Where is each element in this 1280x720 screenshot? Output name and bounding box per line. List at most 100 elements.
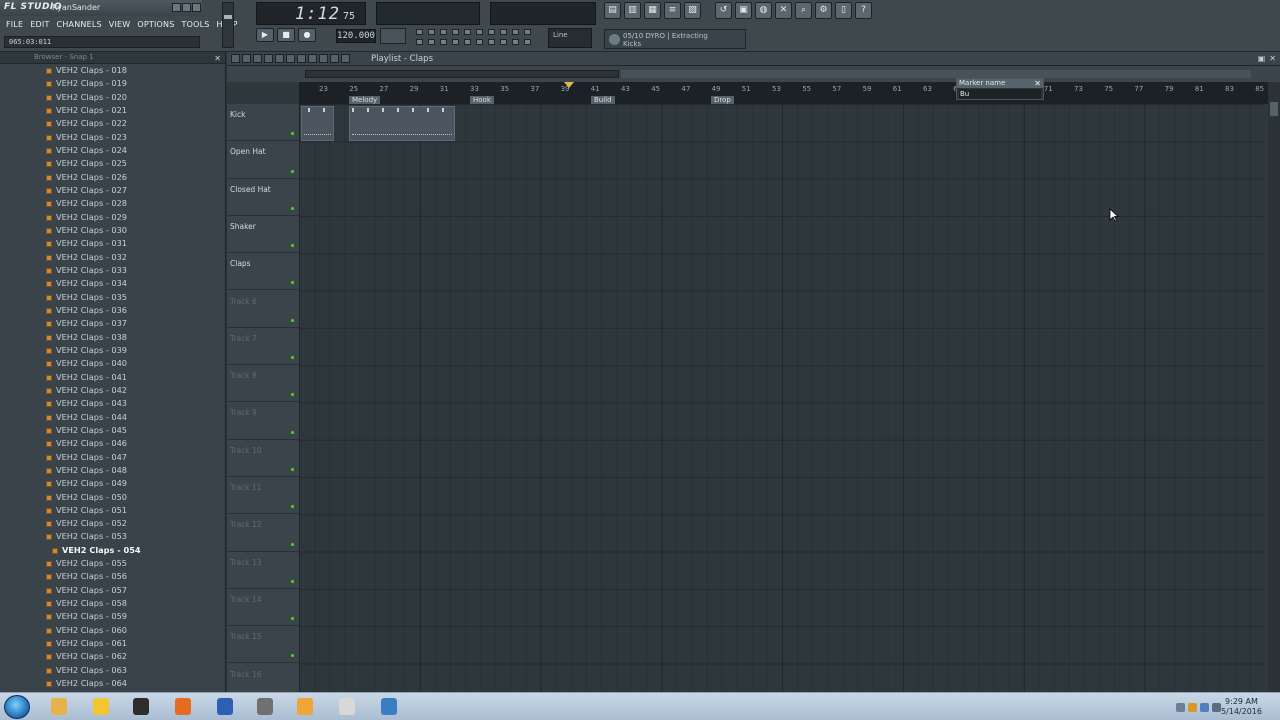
track-header[interactable]: Track 9: [227, 402, 299, 440]
track-mute-led-icon[interactable]: [290, 280, 295, 286]
track-mute-led-icon[interactable]: [290, 205, 295, 211]
master-volume-slider[interactable]: [222, 2, 234, 48]
draw-icon[interactable]: [253, 54, 262, 63]
track-mute-led-icon[interactable]: [290, 243, 295, 249]
render-icon[interactable]: ◍: [755, 2, 772, 19]
browser-item[interactable]: VEH2 Claps - 060: [0, 624, 225, 637]
track-mute-led-icon[interactable]: [290, 392, 295, 398]
browser-item[interactable]: VEH2 Claps - 039: [0, 344, 225, 357]
snap-option[interactable]: [524, 39, 531, 45]
browser-item[interactable]: VEH2 Claps - 029: [0, 211, 225, 224]
playhead-marker[interactable]: [564, 82, 574, 88]
snap-option[interactable]: [452, 39, 459, 45]
browser-item[interactable]: VEH2 Claps - 031: [0, 237, 225, 250]
browser-item[interactable]: VEH2 Claps - 033: [0, 264, 225, 277]
vertical-scrollbar[interactable]: [1268, 82, 1280, 692]
browser-item[interactable]: VEH2 Claps - 021: [0, 104, 225, 117]
minimize-button[interactable]: [172, 3, 181, 12]
snap-option[interactable]: [428, 39, 435, 45]
browser-item[interactable]: VEH2 Claps - 022: [0, 117, 225, 130]
browser-item[interactable]: VEH2 Claps - 048: [0, 464, 225, 477]
track-header[interactable]: Track 15: [227, 626, 299, 664]
snap-option[interactable]: [476, 39, 483, 45]
snap-option[interactable]: [476, 29, 483, 35]
maximize-icon[interactable]: ▣: [1258, 54, 1266, 63]
browser-item[interactable]: VEH2 Claps - 059: [0, 610, 225, 623]
track-header[interactable]: Track 14: [227, 589, 299, 627]
track-header[interactable]: Open Hat: [227, 141, 299, 179]
track-header[interactable]: Track 13: [227, 552, 299, 589]
tempo-display[interactable]: 120.000: [336, 29, 376, 43]
track-header[interactable]: Closed Hat: [227, 179, 299, 216]
browser-item[interactable]: VEH2 Claps - 052: [0, 517, 225, 530]
piano-roll-icon[interactable]: ▥: [624, 2, 641, 19]
browser-item[interactable]: VEH2 Claps - 025: [0, 157, 225, 170]
norton-icon[interactable]: [84, 695, 118, 719]
zoom-icon[interactable]: ⌕: [795, 2, 812, 19]
vertical-scroll-thumb[interactable]: [1270, 102, 1278, 116]
track-mute-led-icon[interactable]: [290, 131, 295, 137]
mute-icon[interactable]: [286, 54, 295, 63]
pattern-clip[interactable]: [349, 106, 455, 141]
record-button[interactable]: ●: [298, 28, 316, 42]
steam-icon[interactable]: [330, 695, 364, 719]
show-hidden-icon[interactable]: [1176, 703, 1185, 712]
menu-file[interactable]: FILE: [6, 20, 23, 32]
track-mute-led-icon[interactable]: [290, 578, 295, 584]
paint-icon[interactable]: [264, 54, 273, 63]
slice-icon[interactable]: [308, 54, 317, 63]
track-header[interactable]: Track 7: [227, 328, 299, 366]
browser-item[interactable]: VEH2 Claps - 054: [0, 544, 225, 557]
track-mute-led-icon[interactable]: [290, 504, 295, 510]
info-icon[interactable]: ▯: [835, 2, 852, 19]
menu-channels[interactable]: CHANNELS: [57, 20, 102, 32]
browser-item[interactable]: VEH2 Claps - 032: [0, 251, 225, 264]
browser-item[interactable]: VEH2 Claps - 018: [0, 64, 225, 77]
track-mute-led-icon[interactable]: [290, 317, 295, 323]
snap-option[interactable]: [416, 29, 423, 35]
start-button[interactable]: [4, 695, 30, 719]
track-header[interactable]: Kick: [227, 104, 299, 142]
marker-name-input[interactable]: [959, 89, 1041, 99]
timeline-ruler[interactable]: 23 25 27 29 31 33 35 37 39 41 43 45 47 49 51 53 55 57 59 61…: [299, 82, 1268, 104]
snap-mode-select[interactable]: Line: [548, 28, 592, 48]
snap-option[interactable]: [512, 29, 519, 35]
close-icon[interactable]: ✕: [1034, 79, 1041, 88]
timeline-marker[interactable]: Hook: [470, 96, 494, 104]
timeline-marker[interactable]: Drop: [711, 96, 734, 104]
track-header[interactable]: Shaker: [227, 216, 299, 254]
tray-app-icon[interactable]: [1188, 703, 1197, 712]
zoom-icon[interactable]: [330, 54, 339, 63]
plugin-icon[interactable]: ✕: [775, 2, 792, 19]
browser-item[interactable]: VEH2 Claps - 027: [0, 184, 225, 197]
browser-item[interactable]: VEH2 Claps - 023: [0, 131, 225, 144]
browser-item[interactable]: VEH2 Claps - 061: [0, 637, 225, 650]
undo-icon[interactable]: ↺: [715, 2, 732, 19]
track-header[interactable]: Track 12: [227, 514, 299, 552]
mixer-icon[interactable]: ≡: [664, 2, 681, 19]
menu-icon[interactable]: [231, 54, 240, 63]
tool-icon[interactable]: [248, 695, 282, 719]
browser-item[interactable]: VEH2 Claps - 043: [0, 397, 225, 410]
track-mute-led-icon[interactable]: [290, 168, 295, 174]
network-icon[interactable]: [1200, 703, 1209, 712]
play-button[interactable]: ▶: [256, 28, 274, 42]
close-icon[interactable]: ✕: [1269, 54, 1276, 63]
screen-capture-icon[interactable]: [372, 695, 406, 719]
media-player-icon[interactable]: [288, 695, 322, 719]
browser-item[interactable]: VEH2 Claps - 050: [0, 491, 225, 504]
settings-icon[interactable]: ⚙: [815, 2, 832, 19]
browser-item[interactable]: VEH2 Claps - 057: [0, 584, 225, 597]
browser-item[interactable]: VEH2 Claps - 019: [0, 77, 225, 90]
browser-item[interactable]: VEH2 Claps - 034: [0, 277, 225, 290]
timeline-marker[interactable]: Melody: [349, 96, 381, 104]
stop-button[interactable]: ■: [277, 28, 295, 42]
clock[interactable]: 9:29 AM 5/14/2016: [1221, 697, 1262, 717]
select-icon[interactable]: [319, 54, 328, 63]
track-header[interactable]: Track 10: [227, 440, 299, 477]
browser-item[interactable]: VEH2 Claps - 037: [0, 317, 225, 330]
snap-option[interactable]: [500, 29, 507, 35]
browser-item[interactable]: VEH2 Claps - 049: [0, 477, 225, 490]
browser-item[interactable]: VEH2 Claps - 028: [0, 197, 225, 210]
browser-item[interactable]: VEH2 Claps - 045: [0, 424, 225, 437]
